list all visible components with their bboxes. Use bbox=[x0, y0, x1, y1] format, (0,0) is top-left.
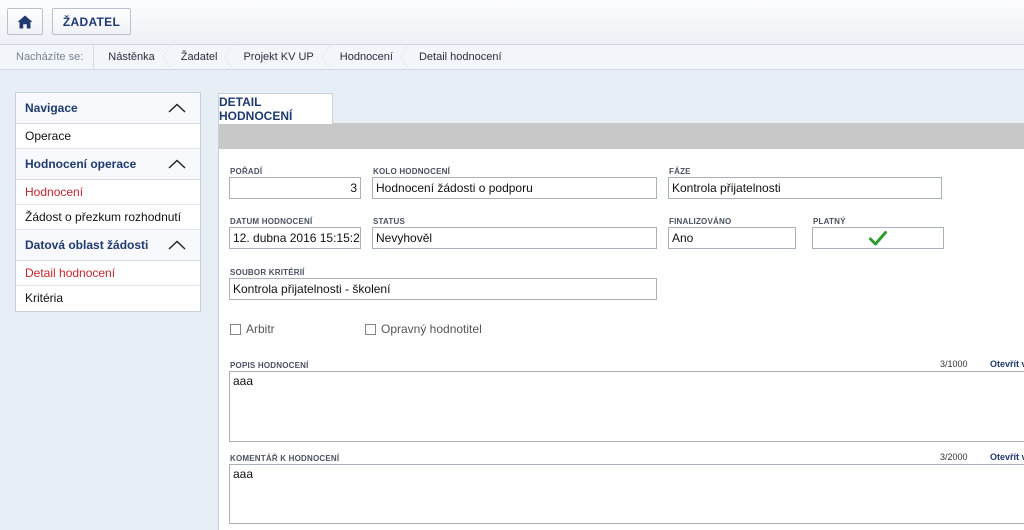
detail-panel: POŘADÍ 3 KOLO HODNOCENÍ Hodnocení žádost… bbox=[218, 123, 1024, 530]
popis-hodnoceni-label: POPIS HODNOCENÍ bbox=[230, 361, 309, 370]
toolbar-strip bbox=[219, 123, 1024, 149]
komentar-counter: 3/2000 bbox=[940, 452, 968, 462]
sidebar-section-title: Navigace bbox=[25, 101, 78, 115]
status-label: STATUS bbox=[373, 217, 406, 226]
arbitr-checkbox[interactable] bbox=[230, 323, 241, 335]
breadcrumb-item-nastenka[interactable]: Nástěnka bbox=[94, 44, 172, 70]
chevron-up-icon bbox=[168, 240, 186, 250]
arbitr-checkbox-wrap[interactable]: Arbitr bbox=[230, 322, 275, 336]
home-icon bbox=[17, 15, 33, 28]
komentar-label: KOMENTÁŘ K HODNOCENÍ bbox=[230, 454, 340, 463]
home-button[interactable] bbox=[7, 8, 43, 35]
platny-label: PLATNÝ bbox=[813, 217, 846, 226]
sidebar-item-hodnoceni[interactable]: Hodnocení bbox=[16, 180, 200, 205]
sidebar-section-datova-oblast[interactable]: Datová oblast žádosti bbox=[16, 230, 200, 261]
zadatel-button[interactable]: ŽADATEL bbox=[52, 8, 131, 35]
kolo-hodnoceni-label: KOLO HODNOCENÍ bbox=[373, 167, 451, 176]
popis-hodnoceni-textarea[interactable]: aaa bbox=[229, 371, 1024, 442]
arbitr-label: Arbitr bbox=[246, 322, 275, 336]
breadcrumb-item-zadatel[interactable]: Žadatel bbox=[167, 44, 234, 70]
breadcrumb: Nacházíte se: Nástěnka Žadatel Projekt K… bbox=[0, 44, 1024, 70]
opravny-hodnotitel-label: Opravný hodnotitel bbox=[381, 322, 482, 336]
soubor-kriterii-field[interactable]: Kontrola přijatelnosti - školení bbox=[229, 278, 657, 300]
sidebar-section-title: Datová oblast žádosti bbox=[25, 238, 149, 252]
finalizovano-label: FINALIZOVÁNO bbox=[669, 217, 732, 226]
platny-field bbox=[812, 227, 944, 249]
breadcrumb-label: Nacházíte se: bbox=[0, 44, 95, 70]
breadcrumb-item-hodnoceni[interactable]: Hodnocení bbox=[326, 44, 410, 70]
komentar-textarea[interactable]: aaa bbox=[229, 464, 1024, 524]
sidebar-item-operace[interactable]: Operace bbox=[16, 124, 200, 149]
datum-hodnoceni-field[interactable]: 12. dubna 2016 15:15:23 bbox=[229, 227, 361, 249]
popis-open-link[interactable]: Otevřít v bbox=[990, 359, 1024, 369]
sidebar-section-title: Hodnocení operace bbox=[25, 157, 137, 171]
sidebar-section-hodnoceni-operace[interactable]: Hodnocení operace bbox=[16, 149, 200, 180]
checkmark-icon bbox=[869, 230, 887, 245]
finalizovano-field[interactable]: Ano bbox=[668, 227, 796, 249]
popis-hodnoceni-counter: 3/1000 bbox=[940, 359, 968, 369]
breadcrumb-item-detail: Detail hodnocení bbox=[418, 50, 502, 63]
opravny-hodnotitel-checkbox[interactable] bbox=[365, 323, 376, 335]
sidebar: Navigace Operace Hodnocení operace Hodno… bbox=[15, 92, 201, 312]
opravny-hodnotitel-checkbox-wrap[interactable]: Opravný hodnotitel bbox=[365, 322, 482, 336]
chevron-up-icon bbox=[168, 159, 186, 169]
poradi-label: POŘADÍ bbox=[230, 167, 263, 176]
soubor-kriterii-label: SOUBOR KRITÉRIÍ bbox=[230, 268, 305, 277]
faze-field[interactable]: Kontrola přijatelnosti bbox=[668, 177, 942, 199]
sidebar-section-navigace[interactable]: Navigace bbox=[16, 93, 200, 124]
breadcrumb-item-projekt[interactable]: Projekt KV UP bbox=[229, 44, 331, 70]
tab-detail-hodnoceni[interactable]: DETAIL HODNOCENÍ bbox=[218, 93, 333, 124]
kolo-hodnoceni-field[interactable]: Hodnocení žádosti o podporu bbox=[372, 177, 657, 199]
top-bar: ŽADATEL bbox=[0, 0, 1024, 45]
sidebar-item-kriteria[interactable]: Kritéria bbox=[16, 286, 200, 311]
datum-hodnoceni-label: DATUM HODNOCENÍ bbox=[230, 217, 313, 226]
status-field[interactable]: Nevyhověl bbox=[372, 227, 657, 249]
komentar-open-link[interactable]: Otevřít v bbox=[990, 452, 1024, 462]
poradi-field[interactable]: 3 bbox=[229, 177, 361, 199]
sidebar-item-zadost-o-prezkum[interactable]: Žádost o přezkum rozhodnutí bbox=[16, 205, 200, 230]
chevron-up-icon bbox=[168, 103, 186, 113]
faze-label: FÁZE bbox=[669, 167, 691, 176]
sidebar-item-detail-hodnoceni[interactable]: Detail hodnocení bbox=[16, 261, 200, 286]
